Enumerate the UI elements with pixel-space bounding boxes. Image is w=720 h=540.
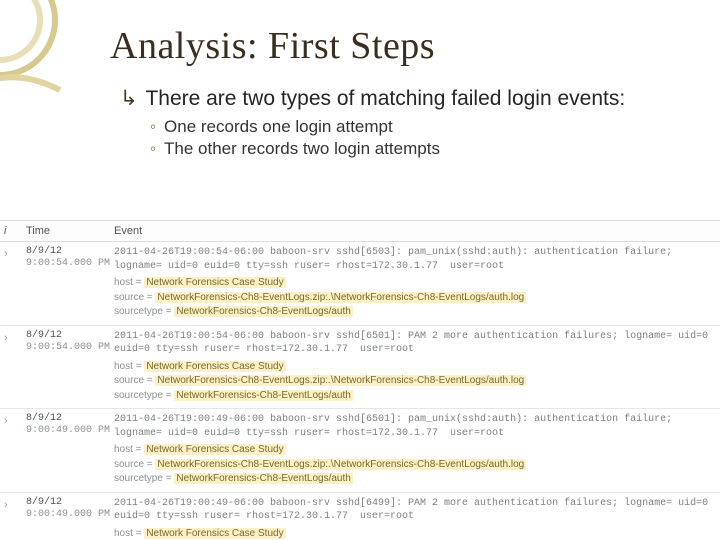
table-row: › 8/9/12 9:00:54.000 PM 2011-04-26T19:00… bbox=[0, 326, 720, 410]
log-table-header-row: i Time Event bbox=[0, 221, 720, 242]
meta-sourcetype[interactable]: NetworkForensics-Ch8-EventLogs/auth bbox=[174, 390, 353, 401]
time-cell: 8/9/12 9:00:54.000 PM bbox=[26, 330, 114, 354]
main-bullet: There are two types of matching failed l… bbox=[120, 86, 690, 111]
event-text: 2011-04-26T19:00:49-06:00 baboon-srv ssh… bbox=[114, 413, 716, 440]
time-cell: 8/9/12 9:00:49.000 PM bbox=[26, 413, 114, 437]
expand-chevron-icon[interactable]: › bbox=[4, 413, 26, 427]
meta-source[interactable]: NetworkForensics-Ch8-EventLogs.zip:.\Net… bbox=[155, 459, 526, 470]
meta-sourcetype[interactable]: NetworkForensics-Ch8-EventLogs/auth bbox=[174, 473, 353, 484]
event-cell: 2011-04-26T19:00:49-06:00 baboon-srv ssh… bbox=[114, 497, 716, 540]
meta-host[interactable]: Network Forensics Case Study bbox=[144, 277, 285, 288]
col-header-event: Event bbox=[114, 225, 716, 237]
expand-chevron-icon[interactable]: › bbox=[4, 246, 26, 260]
event-text: 2011-04-26T19:00:54-06:00 baboon-srv ssh… bbox=[114, 330, 716, 357]
event-cell: 2011-04-26T19:00:54-06:00 baboon-srv ssh… bbox=[114, 246, 716, 319]
time-cell: 8/9/12 9:00:49.000 PM bbox=[26, 497, 114, 521]
table-row: › 8/9/12 9:00:49.000 PM 2011-04-26T19:00… bbox=[0, 493, 720, 540]
event-cell: 2011-04-26T19:00:54-06:00 baboon-srv ssh… bbox=[114, 330, 716, 403]
expand-chevron-icon[interactable]: › bbox=[4, 497, 26, 511]
sub-bullet: One records one login attempt bbox=[150, 117, 690, 137]
meta-host[interactable]: Network Forensics Case Study bbox=[144, 528, 285, 539]
time-cell: 8/9/12 9:00:54.000 PM bbox=[26, 246, 114, 270]
expand-chevron-icon[interactable]: › bbox=[4, 330, 26, 344]
table-row: › 8/9/12 9:00:49.000 PM 2011-04-26T19:00… bbox=[0, 409, 720, 493]
col-header-i: i bbox=[4, 225, 26, 237]
slide-title: Analysis: First Steps bbox=[110, 24, 690, 68]
table-row: › 8/9/12 9:00:54.000 PM 2011-04-26T19:00… bbox=[0, 242, 720, 326]
log-table: i Time Event › 8/9/12 9:00:54.000 PM 201… bbox=[0, 220, 720, 540]
meta-host[interactable]: Network Forensics Case Study bbox=[144, 444, 285, 455]
meta-host[interactable]: Network Forensics Case Study bbox=[144, 361, 285, 372]
event-cell: 2011-04-26T19:00:49-06:00 baboon-srv ssh… bbox=[114, 413, 716, 486]
event-text: 2011-04-26T19:00:54-06:00 baboon-srv ssh… bbox=[114, 246, 716, 273]
sub-bullet-list: One records one login attempt The other … bbox=[150, 117, 690, 159]
meta-sourcetype[interactable]: NetworkForensics-Ch8-EventLogs/auth bbox=[174, 306, 353, 317]
meta-source[interactable]: NetworkForensics-Ch8-EventLogs.zip:.\Net… bbox=[155, 375, 526, 386]
col-header-time: Time bbox=[26, 225, 114, 237]
event-text: 2011-04-26T19:00:49-06:00 baboon-srv ssh… bbox=[114, 497, 716, 524]
meta-source[interactable]: NetworkForensics-Ch8-EventLogs.zip:.\Net… bbox=[155, 292, 526, 303]
sub-bullet: The other records two login attempts bbox=[150, 139, 690, 159]
slide-body: Analysis: First Steps There are two type… bbox=[0, 0, 720, 183]
